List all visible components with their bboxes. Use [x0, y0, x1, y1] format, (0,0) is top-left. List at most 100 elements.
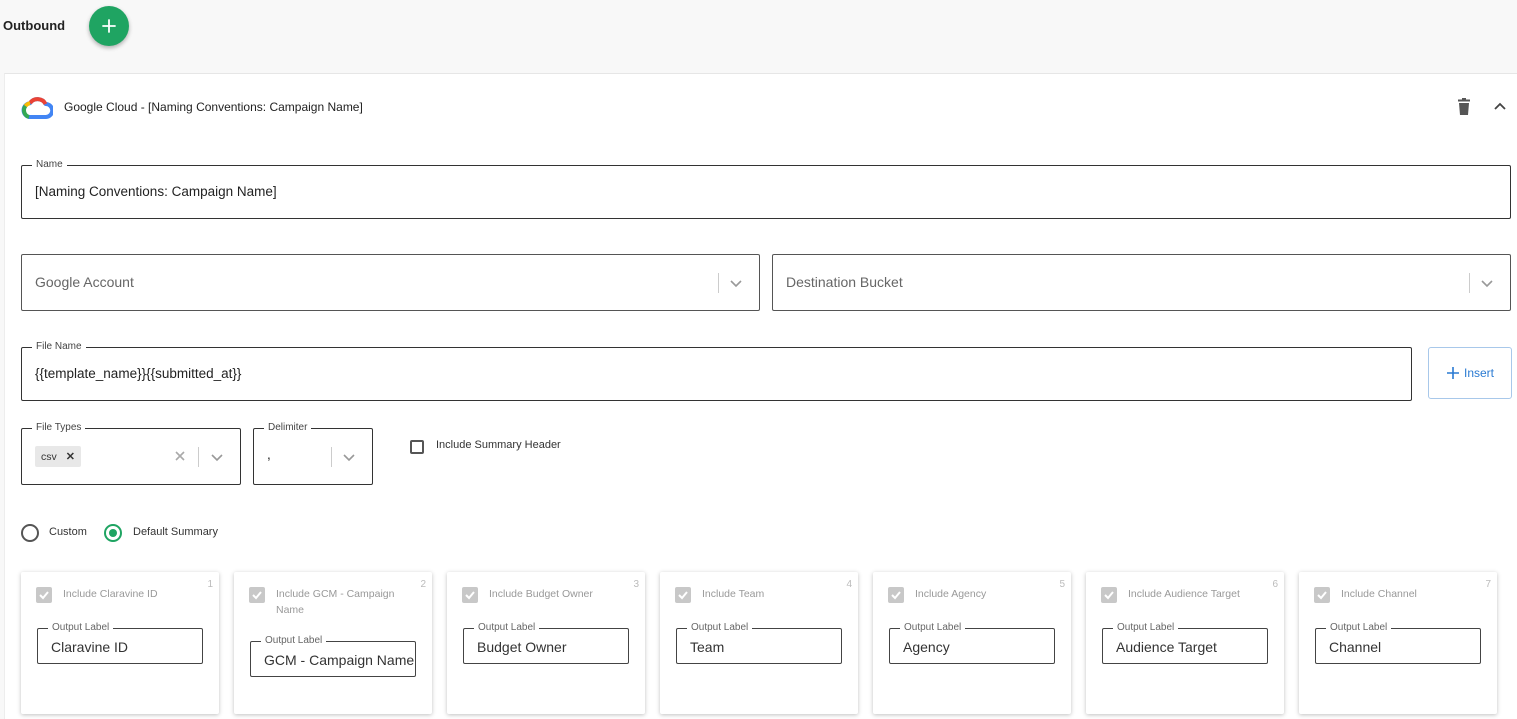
check-icon: [39, 591, 49, 600]
item-number: 3: [633, 579, 639, 590]
google-cloud-logo: [21, 97, 53, 119]
radio-default-summary[interactable]: [104, 524, 122, 542]
output-label-field[interactable]: Output Label Team: [676, 622, 842, 664]
select-separator: [718, 273, 719, 293]
output-label-caption: Output Label: [687, 622, 753, 634]
output-label-field[interactable]: Output Label Agency: [889, 622, 1055, 664]
name-field-label: Name: [32, 159, 67, 171]
include-checkbox[interactable]: [1101, 587, 1117, 603]
destination-card: Google Cloud - [Naming Conventions: Camp…: [4, 73, 1517, 719]
trash-icon[interactable]: [1456, 98, 1472, 116]
destination-bucket-placeholder: Destination Bucket: [786, 274, 903, 290]
include-label: Include Budget Owner: [489, 588, 593, 600]
output-label-field[interactable]: Output Label Budget Owner: [463, 622, 629, 664]
chevron-down-icon[interactable]: [342, 450, 356, 464]
include-summary-header-label: Include Summary Header: [436, 439, 561, 451]
page-title: Outbound: [3, 18, 66, 33]
google-account-select[interactable]: Google Account: [21, 254, 760, 311]
select-separator: [198, 447, 199, 467]
radio-custom[interactable]: [21, 524, 39, 542]
summary-item-card: Include GCM - Campaign Name 2 Output Lab…: [234, 572, 432, 714]
destination-title: Google Cloud - [Naming Conventions: Camp…: [64, 100, 363, 114]
include-checkbox[interactable]: [675, 587, 691, 603]
radio-custom-label: Custom: [49, 526, 87, 538]
output-label-value: Agency: [903, 639, 950, 655]
add-destination-button[interactable]: [89, 6, 129, 46]
item-number: 1: [207, 579, 213, 590]
item-number: 6: [1272, 579, 1278, 590]
file-name-value: {{template_name}}{{submitted_at}}: [35, 366, 242, 381]
file-name-label: File Name: [32, 341, 86, 353]
summary-item-card: Include Budget Owner 3 Output Label Budg…: [447, 572, 645, 714]
select-separator: [331, 447, 332, 467]
name-field-value: [Naming Conventions: Campaign Name]: [35, 184, 277, 199]
output-label-value: Claravine ID: [51, 639, 129, 655]
item-number: 7: [1485, 579, 1491, 590]
radio-default-summary-label: Default Summary: [133, 526, 218, 538]
include-label: Include Audience Target: [1128, 588, 1240, 600]
output-label-caption: Output Label: [261, 635, 327, 647]
output-label-field[interactable]: Output Label Audience Target: [1102, 622, 1268, 664]
file-type-chip-label: csv: [41, 450, 57, 463]
delimiter-select[interactable]: Delimiter ,: [253, 422, 373, 485]
insert-button-label: Insert: [1463, 366, 1494, 380]
include-checkbox[interactable]: [1314, 587, 1330, 603]
select-separator: [1469, 273, 1470, 293]
google-account-placeholder: Google Account: [35, 274, 134, 290]
check-icon: [1317, 591, 1327, 600]
include-checkbox[interactable]: [462, 587, 478, 603]
file-name-field[interactable]: File Name {{template_name}}{{submitted_a…: [21, 341, 1412, 401]
output-label-caption: Output Label: [48, 622, 114, 634]
summary-item-card: Include Channel 7 Output Label Channel: [1299, 572, 1497, 714]
output-label-caption: Output Label: [474, 622, 540, 634]
chevron-down-icon[interactable]: [210, 450, 224, 464]
output-label-field[interactable]: Output Label Channel: [1315, 622, 1481, 664]
output-label-value: Audience Target: [1116, 639, 1217, 655]
check-icon: [891, 591, 901, 600]
plus-icon: [102, 19, 116, 33]
summary-item-card: Include Claravine ID 1 Output Label Clar…: [21, 572, 219, 714]
output-label-caption: Output Label: [900, 622, 966, 634]
item-number: 4: [846, 579, 852, 590]
output-label-value: Team: [690, 639, 725, 655]
chevron-down-icon[interactable]: [729, 276, 743, 290]
output-label-caption: Output Label: [1113, 622, 1179, 634]
include-label: Include Team: [702, 588, 765, 600]
output-label-field[interactable]: Output Label Claravine ID: [37, 622, 203, 664]
destination-bucket-select[interactable]: Destination Bucket: [772, 254, 1511, 311]
output-label-value: GCM - Campaign Name: [264, 652, 414, 668]
item-number: 2: [420, 579, 426, 590]
check-icon: [465, 591, 475, 600]
plus-icon: [1446, 367, 1459, 379]
summary-item-card: Include Audience Target 6 Output Label A…: [1086, 572, 1284, 714]
close-icon[interactable]: ✕: [66, 450, 75, 463]
chevron-up-icon[interactable]: [1493, 100, 1507, 114]
include-label: Include Channel: [1341, 588, 1417, 600]
item-number: 5: [1059, 579, 1065, 590]
include-label: Include Agency: [915, 588, 987, 600]
insert-button[interactable]: Insert: [1428, 347, 1512, 399]
include-checkbox[interactable]: [249, 587, 265, 603]
output-label-value: Budget Owner: [477, 639, 567, 655]
outbound-header: Outbound: [0, 0, 1517, 72]
chevron-down-icon[interactable]: [1480, 276, 1494, 290]
output-label-value: Channel: [1329, 639, 1382, 655]
name-field[interactable]: Name [Naming Conventions: Campaign Name]: [21, 159, 1511, 219]
summary-item-card: Include Agency 5 Output Label Agency: [873, 572, 1071, 714]
check-icon: [678, 591, 688, 600]
delimiter-value: ,: [267, 447, 271, 462]
include-label: Include Claravine ID: [63, 588, 158, 600]
delimiter-label: Delimiter: [264, 422, 312, 434]
include-label: Include GCM - Campaign Name: [276, 588, 395, 616]
close-icon[interactable]: [174, 450, 186, 462]
summary-item-card: Include Team 4 Output Label Team: [660, 572, 858, 714]
output-label-caption: Output Label: [1326, 622, 1392, 634]
include-summary-header-checkbox[interactable]: [410, 440, 424, 454]
include-checkbox[interactable]: [888, 587, 904, 603]
file-types-select[interactable]: File Types csv ✕: [21, 422, 241, 485]
output-label-field[interactable]: Output Label GCM - Campaign Name: [250, 635, 416, 677]
check-icon: [252, 591, 262, 600]
file-type-chip: csv ✕: [35, 446, 81, 467]
check-icon: [1104, 591, 1114, 600]
include-checkbox[interactable]: [36, 587, 52, 603]
